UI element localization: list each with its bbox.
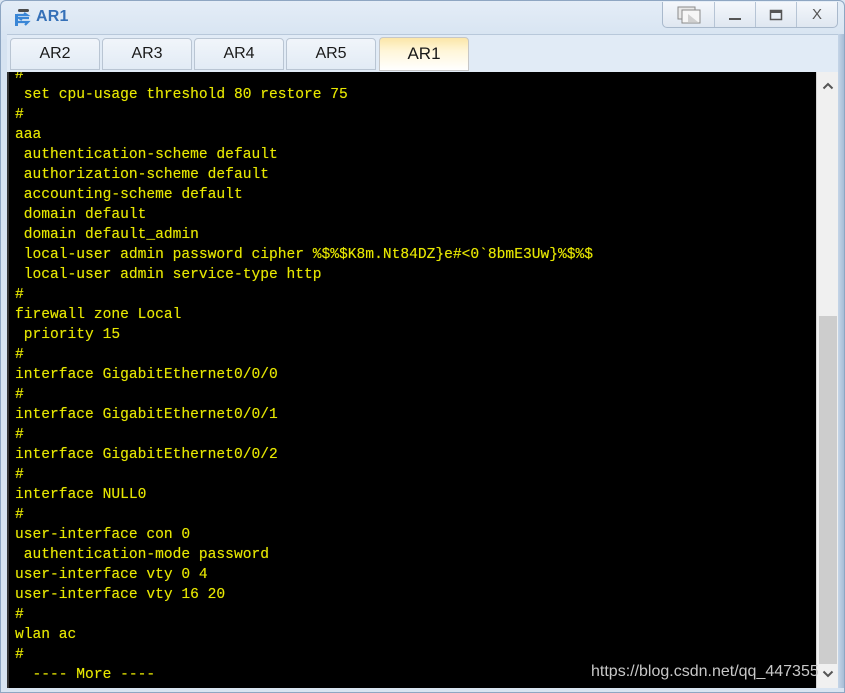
tab-ar3[interactable]: AR3	[102, 38, 192, 70]
tab-label: AR5	[315, 45, 347, 62]
terminal-line: accounting-scheme default	[15, 187, 243, 203]
chevron-down-icon	[822, 670, 834, 678]
tab-label: AR3	[131, 45, 163, 62]
terminal-line: user-interface vty 16 20	[15, 587, 226, 603]
terminal-line: interface GigabitEthernet0/0/2	[15, 447, 278, 463]
terminal-line: authentication-scheme default	[15, 147, 278, 163]
terminal-line: local-user admin service-type http	[15, 267, 322, 283]
terminal-line: interface NULL0	[15, 487, 147, 503]
router-icon	[15, 9, 31, 26]
window-frame-bottom	[1, 688, 844, 692]
scroll-up-button[interactable]	[817, 76, 839, 96]
terminal-line: #	[15, 647, 24, 663]
tab-ar5[interactable]: AR5	[286, 38, 376, 70]
terminal-line: set cpu-usage threshold 80 restore 75	[15, 87, 348, 103]
terminal-line: #	[15, 107, 24, 123]
watermark-text: https://blog.csdn.net/qq_447355	[591, 663, 819, 680]
terminal-line: #	[15, 507, 24, 523]
minimize-icon	[729, 17, 741, 20]
close-icon: X	[811, 6, 822, 23]
terminal-line: interface GigabitEthernet0/0/0	[15, 367, 278, 383]
maximize-button[interactable]	[755, 2, 796, 27]
terminal-line: domain default_admin	[15, 227, 199, 243]
terminal-line: interface GigabitEthernet0/0/1	[15, 407, 278, 423]
window-controls: X	[662, 2, 838, 28]
tab-ar2[interactable]: AR2	[10, 38, 100, 70]
chevron-up-icon	[822, 82, 834, 90]
terminal-line: aaa	[15, 127, 42, 143]
terminal-output: # set cpu-usage threshold 80 restore 75 #…	[15, 72, 593, 685]
terminal-line: #	[15, 72, 24, 83]
terminal-line: wlan ac	[15, 627, 77, 643]
terminal-line: #	[15, 427, 24, 443]
window-title: AR1	[36, 8, 69, 25]
terminal-line: #	[15, 467, 24, 483]
terminal-console[interactable]: # set cpu-usage threshold 80 restore 75 #…	[7, 72, 818, 688]
minimize-button[interactable]	[714, 2, 755, 27]
tab-ar4[interactable]: AR4	[194, 38, 284, 70]
vertical-scrollbar[interactable]	[816, 72, 839, 688]
terminal-line: firewall zone Local	[15, 307, 182, 323]
terminal-line: domain default	[15, 207, 147, 223]
terminal-line: #	[15, 387, 24, 403]
scroll-down-button[interactable]	[817, 664, 839, 684]
terminal-line: ---- More ----	[15, 667, 156, 683]
terminal-line: priority 15	[15, 327, 121, 343]
terminal-line: #	[15, 607, 24, 623]
terminal-line: local-user admin password cipher %$%$K8m…	[15, 247, 594, 263]
windows-stack-icon	[677, 6, 700, 23]
terminal-line: user-interface con 0	[15, 527, 191, 543]
restore-windows-button[interactable]	[663, 2, 714, 27]
title-bar[interactable]: AR1 X	[1, 1, 844, 33]
terminal-line: authentication-mode password	[15, 547, 269, 563]
scroll-thumb[interactable]	[819, 316, 837, 664]
terminal-line: #	[15, 287, 24, 303]
close-button[interactable]: X	[796, 2, 837, 27]
tab-ar1[interactable]: AR1	[379, 37, 469, 71]
terminal-line: user-interface vty 0 4	[15, 567, 208, 583]
tab-label: AR2	[39, 45, 71, 62]
maximize-icon	[769, 9, 783, 20]
tab-label: AR1	[407, 44, 441, 63]
device-tab-bar: AR2 AR3 AR4 AR5 AR1	[7, 34, 838, 72]
terminal-line: #	[15, 347, 24, 363]
tab-label: AR4	[223, 45, 255, 62]
terminal-window: AR1 X AR2 AR3 AR4 AR5 AR1 # set cpu-usag…	[0, 0, 845, 693]
terminal-line: authorization-scheme default	[15, 167, 269, 183]
window-frame-edge	[838, 34, 844, 692]
